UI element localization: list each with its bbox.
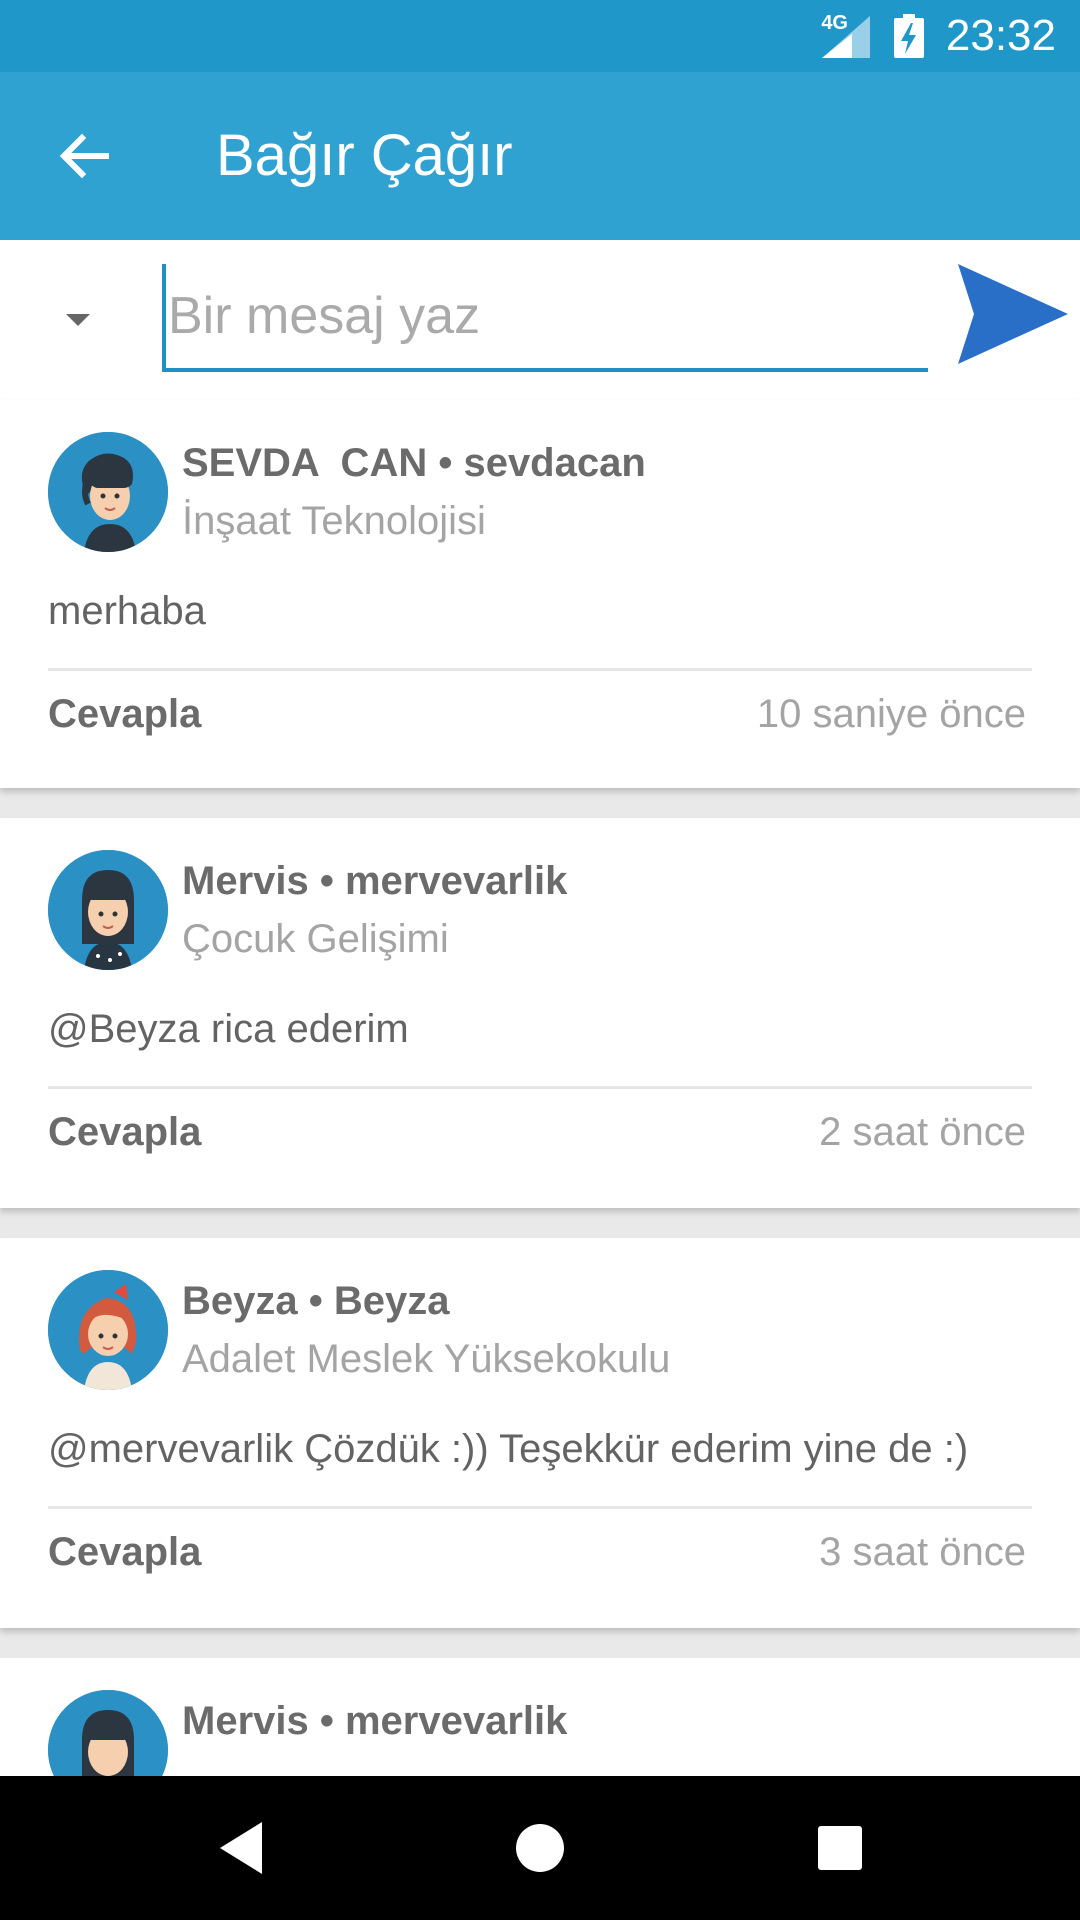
reply-button[interactable]: Cevapla xyxy=(48,690,201,738)
status-bar: 4G 23:32 xyxy=(0,0,1080,72)
system-nav-bar xyxy=(0,1776,1080,1920)
user-avatar-icon xyxy=(48,850,168,970)
back-triangle-icon[interactable] xyxy=(212,1816,276,1880)
avatar[interactable] xyxy=(48,432,168,552)
card-gap xyxy=(0,1628,1080,1658)
post-timestamp: 10 saniye önce xyxy=(756,692,1026,736)
card-gap xyxy=(0,1208,1080,1238)
avatar[interactable] xyxy=(48,850,168,970)
post-author[interactable]: Beyza • Beyza xyxy=(182,1278,449,1324)
divider xyxy=(48,1506,1032,1509)
user-avatar-icon xyxy=(48,1270,168,1390)
post-timestamp: 2 saat önce xyxy=(819,1110,1026,1154)
post-message: @mervevarlik Çözdük :)) Teşekkür ederim … xyxy=(48,1427,969,1471)
post-author[interactable]: Mervis • mervevarlik xyxy=(182,858,567,904)
post-message: merhaba xyxy=(48,589,206,633)
avatar[interactable] xyxy=(48,1270,168,1390)
post-card: Mervis • mervevarlik Çocuk Gelişimi @Bey… xyxy=(0,818,1080,1208)
home-circle-icon[interactable] xyxy=(508,1816,572,1880)
post-department: Adalet Meslek Yüksekokulu xyxy=(182,1337,671,1381)
user-avatar-icon xyxy=(48,432,168,552)
post-timestamp: 3 saat önce xyxy=(819,1530,1026,1574)
app-bar: Bağır Çağır xyxy=(0,72,1080,240)
post-department: İnşaat Teknolojisi xyxy=(182,499,486,543)
post-department: Çocuk Gelişimi xyxy=(182,917,449,961)
signal-icon xyxy=(822,16,870,58)
card-gap xyxy=(0,788,1080,818)
message-input[interactable] xyxy=(162,264,928,372)
recents-square-icon[interactable] xyxy=(808,1816,872,1880)
chevron-down-icon[interactable] xyxy=(58,306,98,334)
status-time: 23:32 xyxy=(945,11,1056,60)
reply-button[interactable]: Cevapla xyxy=(48,1528,201,1576)
post-author[interactable]: Mervis • mervevarlik xyxy=(182,1698,567,1744)
post-card: Beyza • Beyza Adalet Meslek Yüksekokulu … xyxy=(0,1238,1080,1628)
divider xyxy=(48,668,1032,671)
battery-charging-icon xyxy=(894,14,924,58)
post-message: @Beyza rica ederim xyxy=(48,1007,409,1051)
divider xyxy=(48,1086,1032,1089)
post-feed: SEVDA CAN • sevdacan İnşaat Teknolojisi … xyxy=(0,400,1080,1858)
post-card: SEVDA CAN • sevdacan İnşaat Teknolojisi … xyxy=(0,400,1080,788)
reply-button[interactable]: Cevapla xyxy=(48,1108,201,1156)
message-composer xyxy=(0,240,1080,400)
post-author[interactable]: SEVDA CAN • sevdacan xyxy=(182,440,646,486)
page-title: Bağır Çağır xyxy=(216,123,513,188)
send-icon[interactable] xyxy=(958,264,1068,364)
arrow-left-icon[interactable] xyxy=(56,128,112,184)
